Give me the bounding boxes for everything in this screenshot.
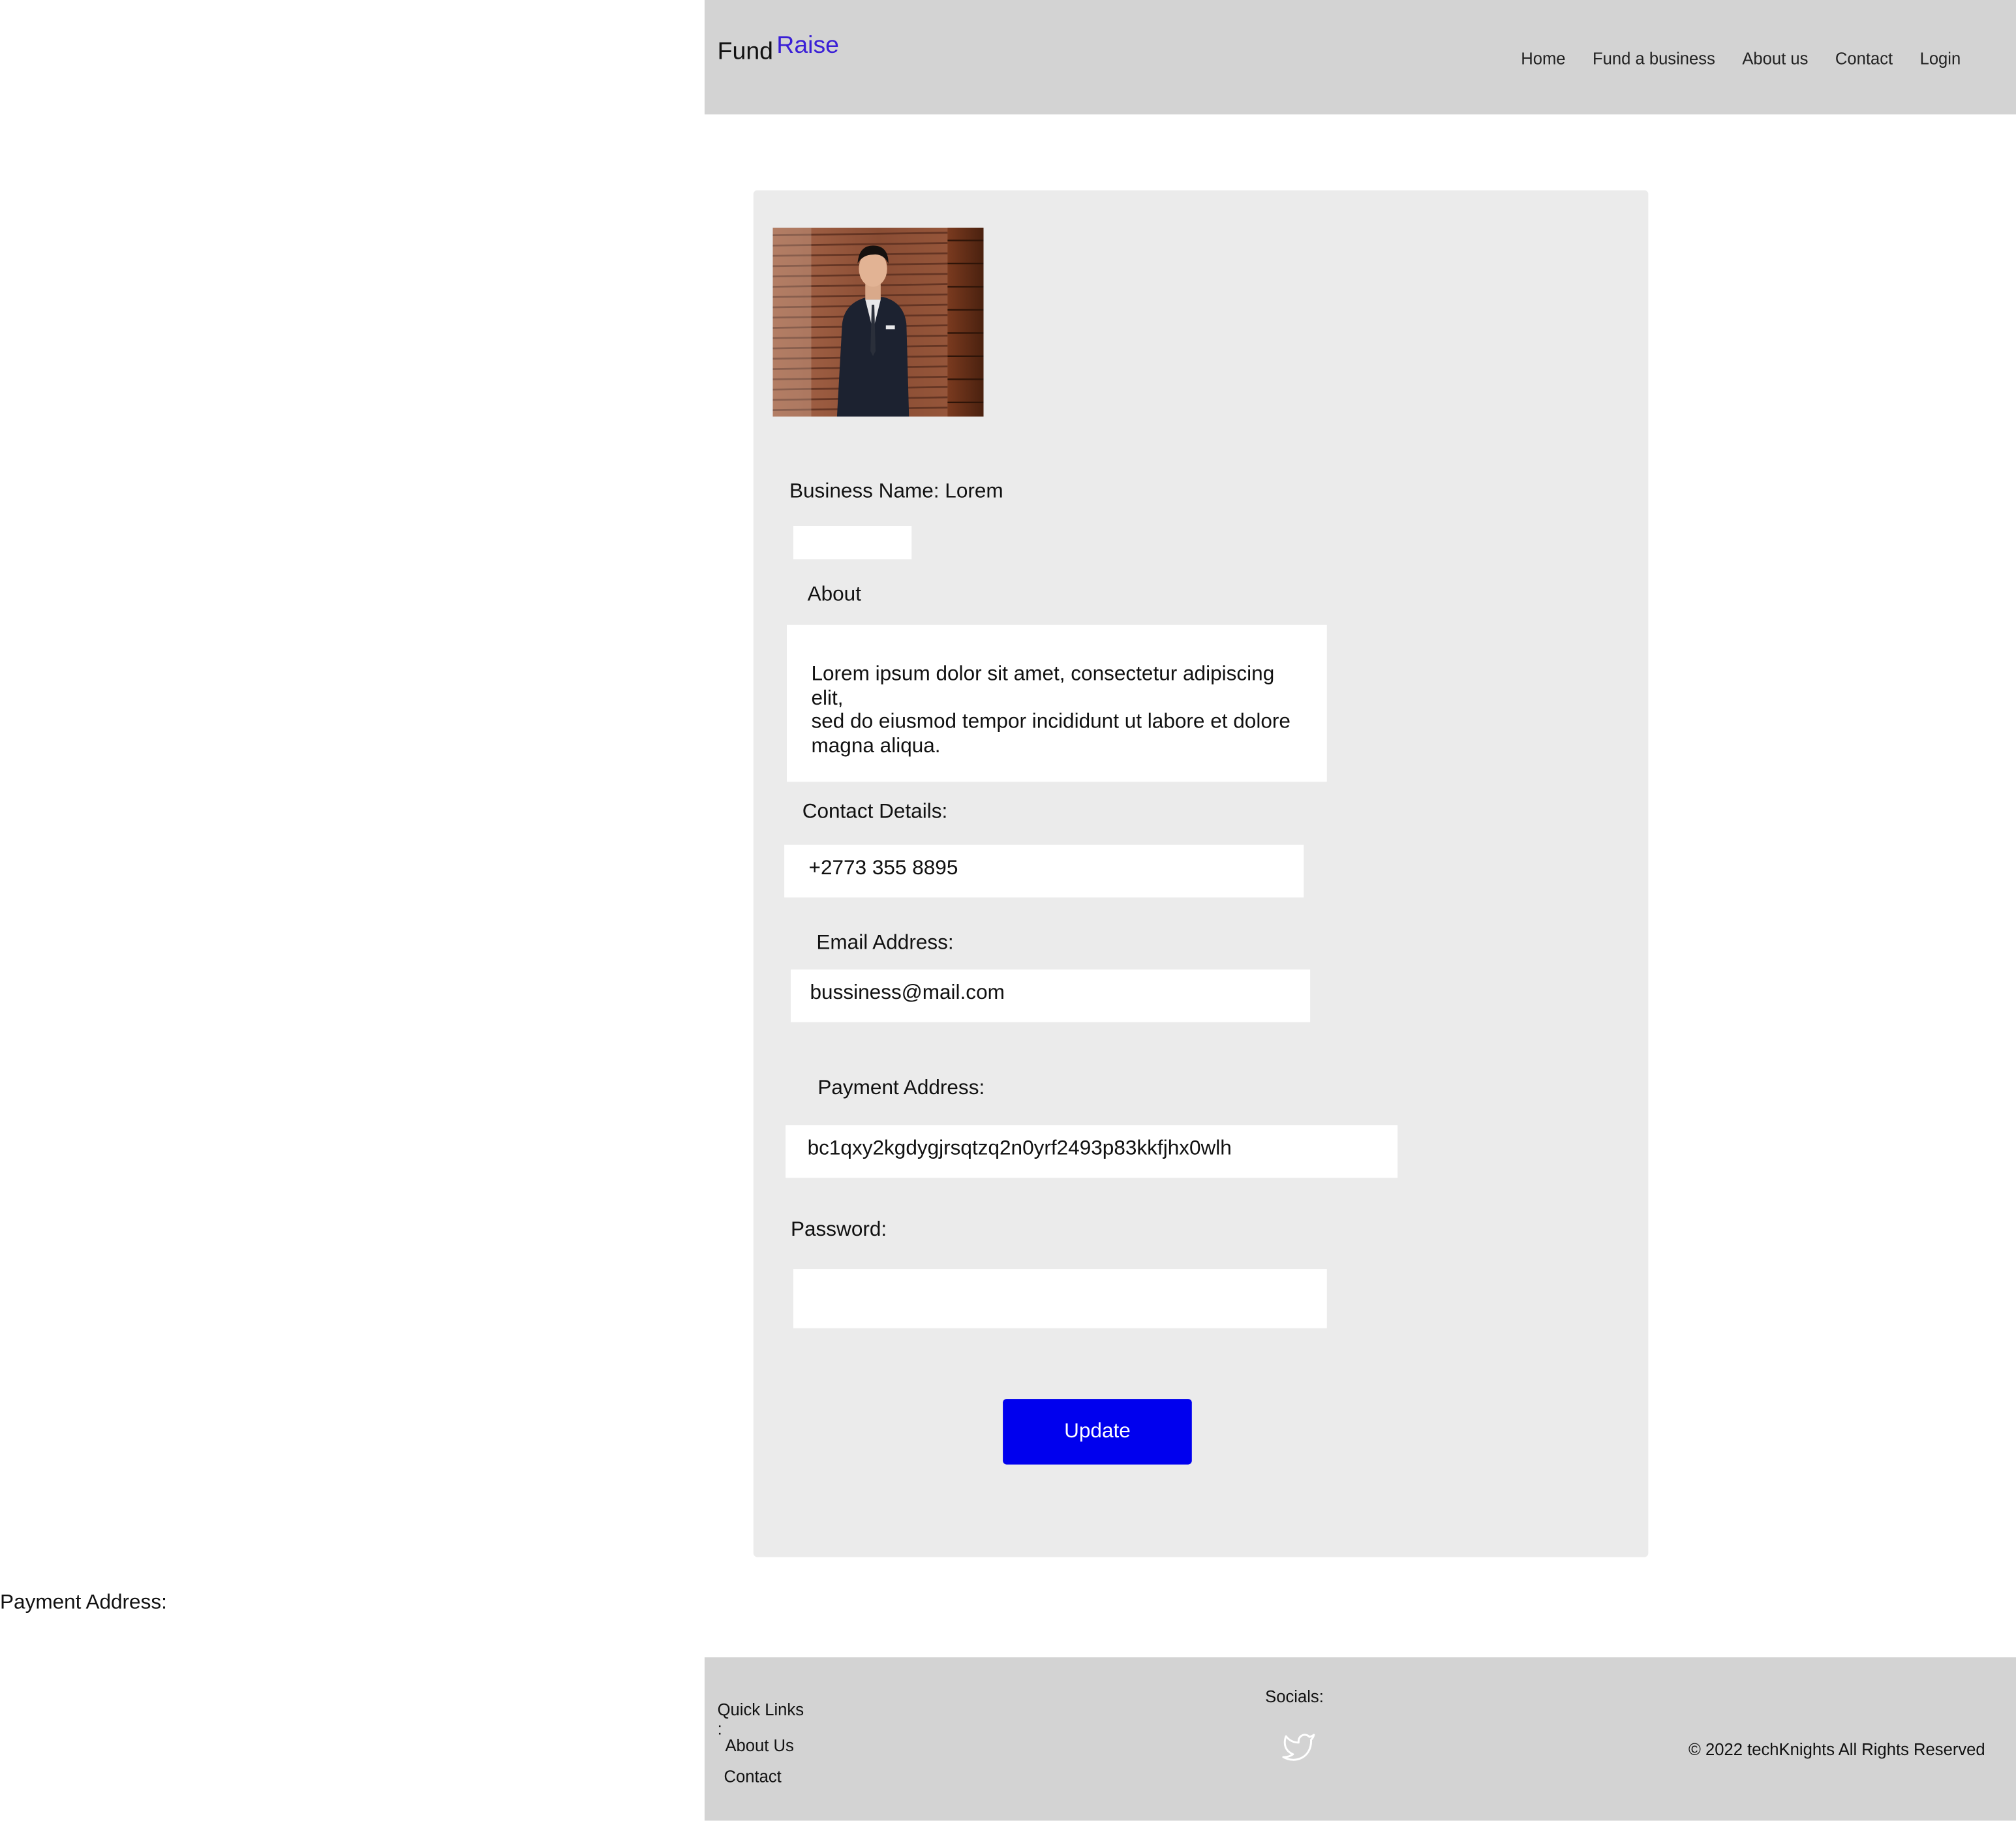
- about-textarea[interactable]: Lorem ipsum dolor sit amet, consectetur …: [787, 624, 1327, 782]
- contact-details-label: Contact Details:: [802, 801, 948, 823]
- nav-link-contact[interactable]: Contact: [1835, 49, 1893, 69]
- email-address-input[interactable]: bussiness@mail.com: [790, 969, 1311, 1022]
- site-footer: Quick Links : About Us Contact Socials: …: [704, 1657, 2016, 1821]
- copyright-text: © 2022 techKnights All Rights Reserved: [1688, 1739, 1985, 1759]
- business-avatar: [772, 227, 984, 417]
- twitter-icon-graphic: [1282, 1734, 1315, 1761]
- password-input[interactable]: [793, 1269, 1327, 1328]
- socials-title: Socials:: [1265, 1687, 1324, 1707]
- footer-link-contact[interactable]: Contact: [724, 1767, 781, 1786]
- nav-link-fund-a-business[interactable]: Fund a business: [1593, 49, 1715, 69]
- business-name-label: Business Name: Lorem: [789, 481, 1003, 503]
- update-button[interactable]: Update: [1003, 1399, 1192, 1465]
- contact-number-input[interactable]: +2773 355 8895: [784, 844, 1304, 898]
- footer-link-about-us[interactable]: About Us: [725, 1736, 793, 1755]
- payment-address-stray-label: Payment Address:: [0, 1591, 167, 1614]
- password-label: Password:: [790, 1219, 887, 1241]
- quick-links-title: Quick Links :: [717, 1700, 804, 1739]
- nav-link-home[interactable]: Home: [1521, 49, 1565, 69]
- payment-address-input[interactable]: bc1qxy2kgdygjrsqtzq2n0yrf2493p83kkfjhx0w…: [786, 1125, 1398, 1178]
- business-name-input[interactable]: [793, 525, 912, 560]
- site-header: Fund Raise Home Fund a business About us…: [704, 0, 2016, 115]
- logo-fund-text[interactable]: Fund: [718, 38, 773, 67]
- nav-link-login[interactable]: Login: [1920, 49, 1961, 69]
- logo-raise-text[interactable]: Raise: [776, 32, 839, 60]
- about-label: About: [807, 583, 861, 606]
- nav-link-about-us[interactable]: About us: [1742, 49, 1808, 69]
- twitter-icon[interactable]: [1281, 1731, 1317, 1764]
- main-nav: Home Fund a business About us Contact Lo…: [1521, 49, 2016, 69]
- business-avatar-photo: [772, 227, 984, 417]
- email-address-label: Email Address:: [816, 932, 954, 955]
- payment-address-label: Payment Address:: [817, 1077, 985, 1099]
- update-button-label: Update: [1064, 1420, 1131, 1443]
- business-profile-card: Business Name: Lorem About Lorem ipsum d…: [753, 190, 1649, 1557]
